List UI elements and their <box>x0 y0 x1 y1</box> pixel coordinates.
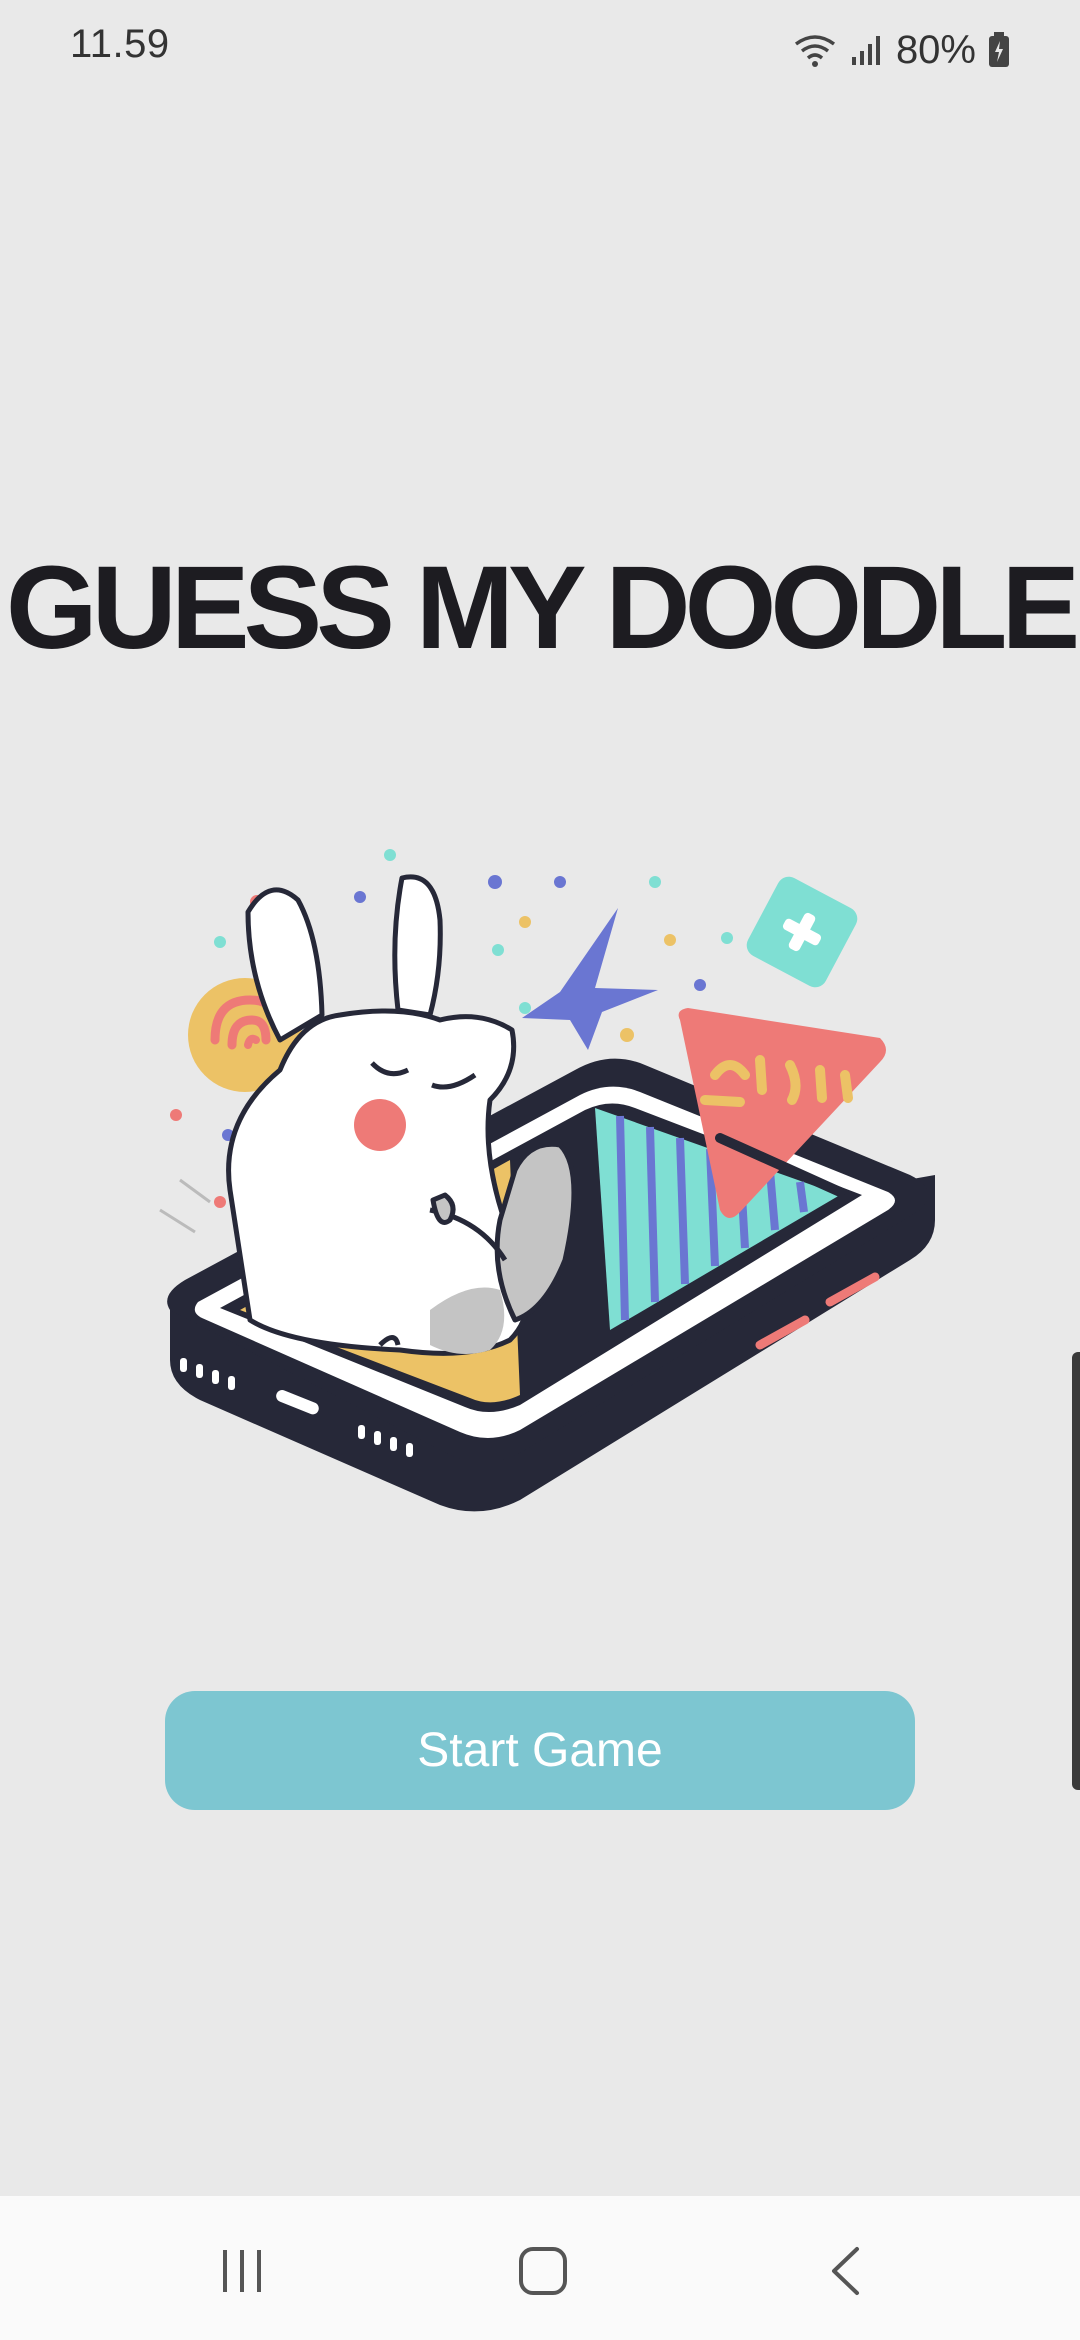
status-bar: 11.59 80% <box>0 0 1080 100</box>
plus-badge <box>746 876 858 988</box>
home-icon <box>519 2247 567 2295</box>
wifi-icon <box>794 35 835 67</box>
battery-icon <box>989 32 1009 67</box>
recents-icon <box>223 2250 261 2292</box>
star-shape <box>522 908 658 1050</box>
battery-percentage: 80% <box>895 27 976 72</box>
status-icons: 80% <box>792 22 1010 78</box>
app-title: GUESS MY DOODLE <box>5 542 1080 674</box>
back-icon <box>832 2247 859 2295</box>
status-time: 11.59 <box>70 22 170 66</box>
home-button[interactable] <box>503 2236 583 2306</box>
bunny-phone-illustration <box>159 849 935 1512</box>
bunny-cheek <box>354 1099 406 1151</box>
recents-button[interactable] <box>202 2236 282 2306</box>
signal-icon <box>851 36 880 65</box>
edge-panel-handle[interactable] <box>1072 1352 1080 1790</box>
back-button[interactable] <box>807 2236 887 2306</box>
navigation-bar <box>0 2196 1080 2340</box>
start-game-button[interactable]: Start Game <box>165 1691 915 1810</box>
